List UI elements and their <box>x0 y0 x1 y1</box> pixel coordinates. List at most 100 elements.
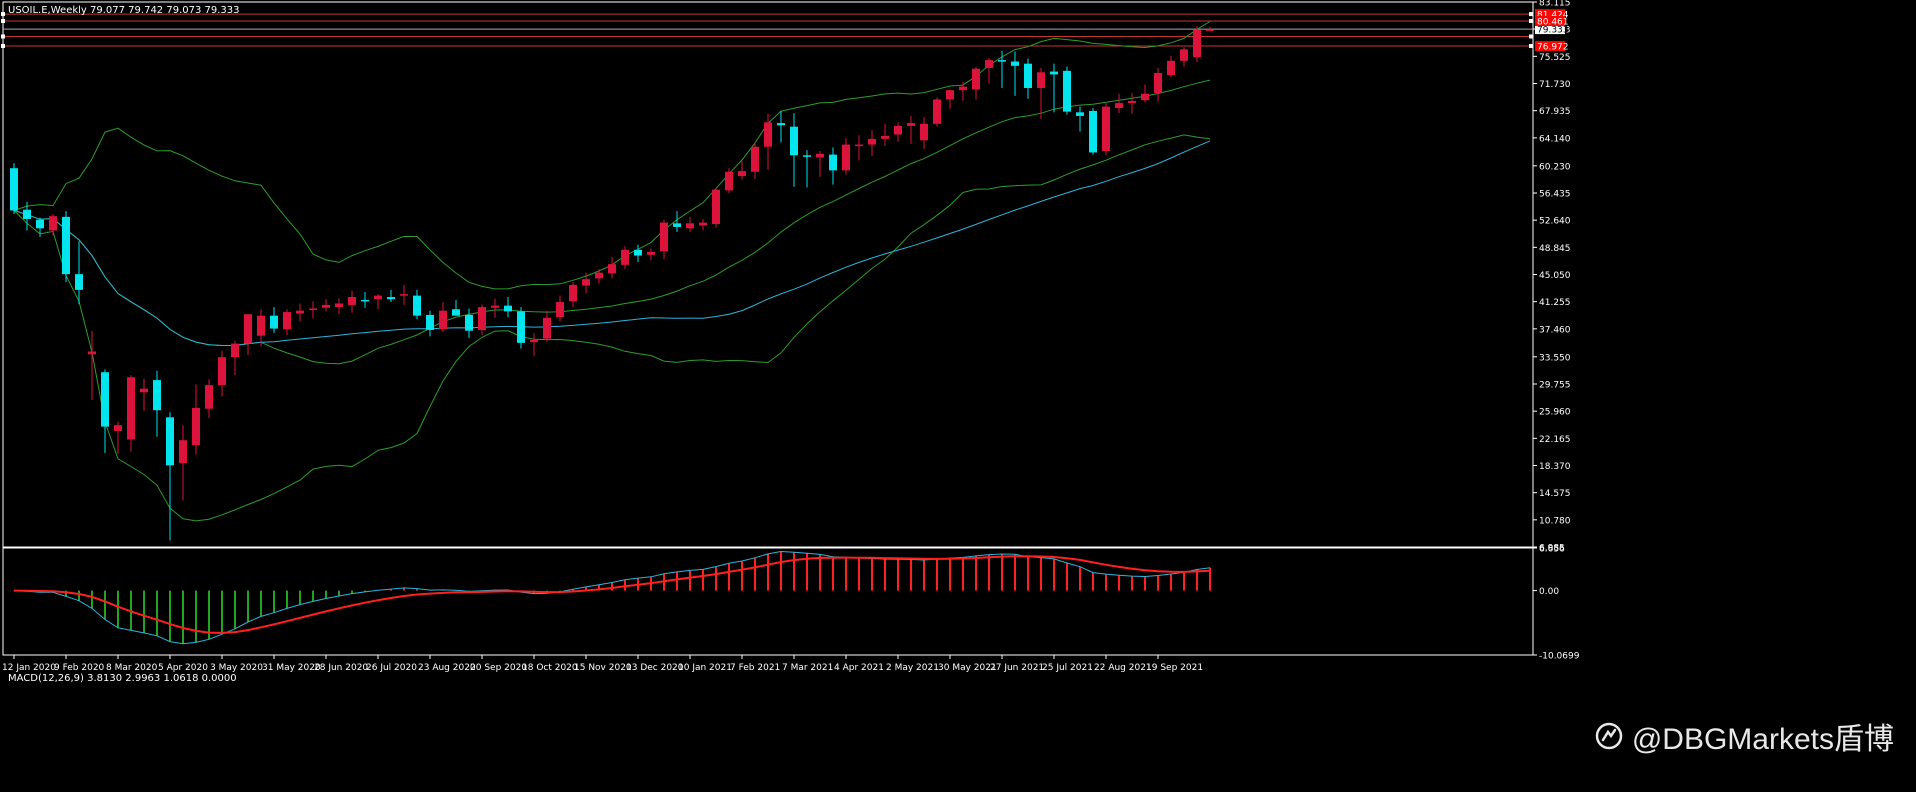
candle-body-9 <box>127 377 135 440</box>
price-tick-label-14: 29.755 <box>1539 380 1571 390</box>
candle-body-51 <box>673 223 681 227</box>
candle-body-91 <box>1193 29 1201 58</box>
candle-body-86 <box>1128 100 1136 104</box>
candle-body-39 <box>517 311 525 343</box>
candle-body-23 <box>309 308 317 311</box>
price-chart[interactable]: 83.11579.33375.52571.73067.93564.14060.2… <box>0 0 1916 792</box>
candle-body-7 <box>101 372 109 427</box>
candle-body-92 <box>1206 29 1214 31</box>
watermark: @DBGMarkets盾博 <box>1594 714 1894 758</box>
time-tick-label-2: 8 Mar 2020 <box>106 663 158 673</box>
price-tick-label-4: 67.935 <box>1539 107 1571 117</box>
candle-body-17 <box>231 343 239 358</box>
level-marker-right-1 <box>1529 18 1533 23</box>
time-tick-label-17: 2 May 2021 <box>886 663 939 673</box>
time-tick-label-11: 15 Nov 2020 <box>574 663 632 673</box>
candle-body-1 <box>23 209 31 220</box>
time-tick-label-21: 22 Aug 2021 <box>1094 663 1152 673</box>
candle-body-5 <box>75 274 83 290</box>
candle-body-38 <box>504 305 512 312</box>
candle-body-54 <box>712 189 720 225</box>
candle-body-84 <box>1102 106 1110 152</box>
candle-body-20 <box>270 315 278 329</box>
candle-body-71 <box>933 99 941 124</box>
candle-body-21 <box>283 312 291 330</box>
candle-body-25 <box>335 303 343 308</box>
candle-body-13 <box>179 440 187 464</box>
chart-background <box>0 0 1916 792</box>
candle-body-75 <box>985 60 993 68</box>
price-tick-label-13: 33.550 <box>1539 353 1571 363</box>
candle-body-89 <box>1167 60 1175 76</box>
candle-body-70 <box>920 123 928 141</box>
price-tick-label-2: 75.525 <box>1539 53 1571 63</box>
candle-body-27 <box>361 299 369 302</box>
time-tick-label-16: 4 Apr 2021 <box>834 663 884 673</box>
candle-body-50 <box>660 222 668 252</box>
price-tick-label-3: 71.730 <box>1539 80 1571 90</box>
price-axis[interactable]: 83.11579.33375.52571.73067.93564.14060.2… <box>1533 0 1571 554</box>
level-marker-left-3 <box>1 43 5 48</box>
candle-body-42 <box>556 302 564 318</box>
candle-body-30 <box>400 294 408 296</box>
candle-body-18 <box>244 314 252 344</box>
time-tick-label-5: 31 May 2020 <box>262 663 321 673</box>
price-tick-label-9: 48.845 <box>1539 244 1571 254</box>
macd-tick-label-0: 6.656 <box>1539 545 1565 555</box>
candle-body-37 <box>491 305 499 308</box>
time-tick-label-0: 12 Jan 2020 <box>2 663 56 673</box>
time-tick-label-12: 13 Dec 2020 <box>626 663 684 673</box>
price-tick-label-15: 25.960 <box>1539 408 1571 418</box>
price-tick-label-19: 10.780 <box>1539 516 1571 526</box>
candle-body-62 <box>816 153 824 158</box>
candle-body-68 <box>894 125 902 135</box>
price-tick-label-10: 45.050 <box>1539 271 1571 281</box>
candle-body-46 <box>608 264 616 274</box>
candle-body-77 <box>1011 61 1019 66</box>
level-marker-right-2 <box>1529 34 1533 39</box>
weibo-icon <box>1595 722 1623 750</box>
candle-body-28 <box>374 295 382 300</box>
candle-body-34 <box>452 309 460 316</box>
macd-tick-label-2: -10.0699 <box>1539 652 1580 662</box>
candle-body-36 <box>478 307 486 330</box>
time-tick-label-9: 20 Sep 2020 <box>470 663 527 673</box>
candle-body-72 <box>946 90 954 100</box>
candle-body-56 <box>738 171 746 177</box>
price-tick-label-18: 14.575 <box>1539 489 1571 499</box>
candle-body-58 <box>764 122 772 147</box>
candle-body-82 <box>1076 112 1084 116</box>
candle-body-3 <box>49 216 57 231</box>
time-tick-label-3: 5 Apr 2020 <box>158 663 208 673</box>
candle-body-40 <box>530 340 538 343</box>
price-tick-label-7: 56.435 <box>1539 189 1571 199</box>
candle-body-11 <box>153 380 161 411</box>
candle-body-41 <box>543 317 551 339</box>
candle-body-32 <box>426 314 434 330</box>
candle-body-52 <box>686 223 694 229</box>
macd-header: MACD(12,26,9) 3.8130 2.9963 1.0618 0.000… <box>8 673 237 684</box>
level-marker-right-0 <box>1529 12 1533 17</box>
candle-body-88 <box>1154 72 1162 94</box>
time-tick-label-10: 18 Oct 2020 <box>522 663 578 673</box>
time-tick-label-18: 30 May 2021 <box>938 663 997 673</box>
price-tick-label-0: 83.115 <box>1539 0 1571 9</box>
candle-body-78 <box>1024 63 1032 89</box>
candle-body-76 <box>998 60 1006 62</box>
candle-body-61 <box>803 155 811 157</box>
price-tick-label-11: 41.255 <box>1539 298 1571 308</box>
candle-body-19 <box>257 315 265 336</box>
watermark-text: @DBGMarkets盾博 <box>1631 723 1894 756</box>
time-tick-label-15: 7 Mar 2021 <box>782 663 833 673</box>
candle-body-80 <box>1050 71 1058 75</box>
candle-body-8 <box>114 425 122 431</box>
candle-body-12 <box>166 417 174 466</box>
candle-body-66 <box>868 138 876 145</box>
time-tick-label-1: 9 Feb 2020 <box>54 663 105 673</box>
candle-body-6 <box>88 351 96 355</box>
candle-body-33 <box>439 310 447 330</box>
symbol-header: USOIL.E,Weekly 79.077 79.742 79.073 79.3… <box>8 5 240 16</box>
candle-body-60 <box>790 126 798 156</box>
time-tick-label-8: 23 Aug 2020 <box>418 663 476 673</box>
candle-body-14 <box>192 408 200 446</box>
